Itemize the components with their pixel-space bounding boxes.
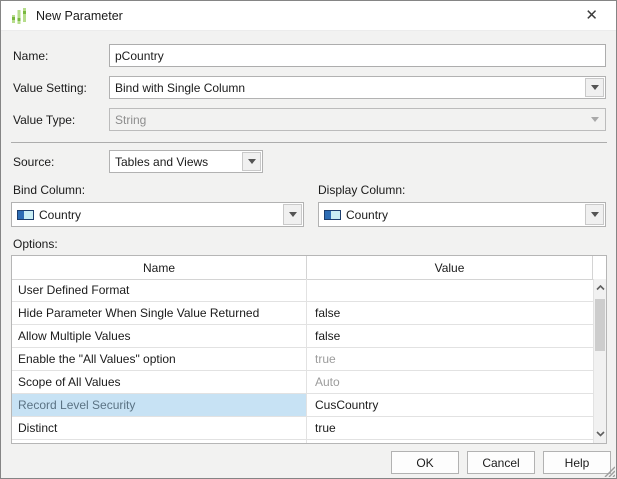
- value-setting-value: Bind with Single Column: [115, 80, 246, 95]
- chevron-down-icon: [590, 212, 599, 217]
- display-column-value: Country: [346, 207, 389, 222]
- chevron-down-icon: [247, 159, 256, 164]
- resize-grip[interactable]: [601, 463, 616, 478]
- column-header-name: Name: [12, 256, 307, 279]
- parameter-icon: [10, 7, 28, 25]
- value-setting-select[interactable]: Bind with Single Column: [109, 76, 606, 99]
- value-type-dropdown-button: [585, 110, 604, 129]
- table-row[interactable]: User Defined Format: [12, 279, 593, 302]
- option-name: Scope of All Values: [12, 371, 307, 393]
- scrollbar-thumb[interactable]: [595, 299, 605, 351]
- chevron-down-icon: [590, 117, 599, 122]
- column-icon: [324, 209, 341, 220]
- option-name: Record Level Security: [12, 394, 307, 416]
- option-name: Hide Parameter When Single Value Returne…: [12, 302, 307, 324]
- table-row-empty: [12, 440, 593, 443]
- dialog-titlebar: New Parameter ✕: [1, 1, 616, 31]
- cancel-button[interactable]: Cancel: [467, 451, 535, 474]
- option-value: [307, 279, 593, 301]
- bind-column-label: Bind Column:: [13, 183, 86, 197]
- bind-column-dropdown-button[interactable]: [283, 204, 302, 225]
- option-name: Distinct: [12, 417, 307, 439]
- value-type-select: String: [109, 108, 606, 131]
- value-type-label: Value Type:: [13, 113, 76, 127]
- source-label: Source:: [13, 155, 55, 169]
- scroll-up-icon[interactable]: [594, 280, 606, 296]
- options-label: Options:: [13, 237, 58, 251]
- column-icon: [17, 209, 34, 220]
- display-column-label: Display Column:: [318, 183, 406, 197]
- vertical-scrollbar[interactable]: [593, 279, 606, 443]
- table-row[interactable]: Scope of All Values Auto: [12, 371, 593, 394]
- table-row[interactable]: Enable the "All Values" option true: [12, 348, 593, 371]
- options-table: Name Value User Defined Format Hide Para…: [11, 255, 607, 444]
- value-setting-dropdown-button[interactable]: [585, 78, 604, 97]
- table-row[interactable]: Hide Parameter When Single Value Returne…: [12, 302, 593, 325]
- table-row-selected[interactable]: Record Level Security CusCountry: [12, 394, 593, 417]
- scroll-down-icon[interactable]: [594, 426, 606, 442]
- bind-column-value: Country: [39, 207, 82, 222]
- chevron-down-icon: [590, 85, 599, 90]
- name-input[interactable]: [109, 44, 606, 67]
- option-value: false: [315, 306, 341, 320]
- header-scrollbar-stub: [593, 256, 606, 279]
- source-dropdown-button[interactable]: [242, 152, 261, 171]
- option-name: Allow Multiple Values: [12, 325, 307, 347]
- option-value: Auto: [315, 375, 340, 389]
- new-parameter-dialog: New Parameter ✕ Name: Value Setting: Bin…: [0, 0, 617, 479]
- display-column-dropdown-button[interactable]: [585, 204, 604, 225]
- option-value: true: [315, 352, 336, 366]
- option-value: false: [315, 329, 341, 343]
- option-name: Enable the "All Values" option: [12, 348, 307, 370]
- option-value: true: [315, 421, 336, 435]
- chevron-down-icon: [288, 212, 297, 217]
- bind-column-select[interactable]: Country: [11, 202, 304, 227]
- table-row[interactable]: Distinct true: [12, 417, 593, 440]
- column-header-value: Value: [307, 256, 593, 279]
- ok-button[interactable]: OK: [391, 451, 459, 474]
- value-type-value: String: [115, 112, 147, 127]
- source-select[interactable]: Tables and Views: [109, 150, 263, 173]
- close-icon[interactable]: ✕: [576, 8, 607, 23]
- options-table-header: Name Value: [12, 256, 606, 280]
- display-column-select[interactable]: Country: [318, 202, 606, 227]
- option-name: User Defined Format: [12, 279, 307, 301]
- options-table-body: User Defined Format Hide Parameter When …: [12, 279, 593, 443]
- dialog-title: New Parameter: [36, 8, 123, 23]
- source-value: Tables and Views: [115, 154, 209, 169]
- name-label: Name:: [13, 49, 49, 63]
- section-divider: [11, 142, 607, 143]
- option-value: CusCountry: [315, 398, 379, 412]
- table-row[interactable]: Allow Multiple Values false: [12, 325, 593, 348]
- value-setting-label: Value Setting:: [13, 81, 87, 95]
